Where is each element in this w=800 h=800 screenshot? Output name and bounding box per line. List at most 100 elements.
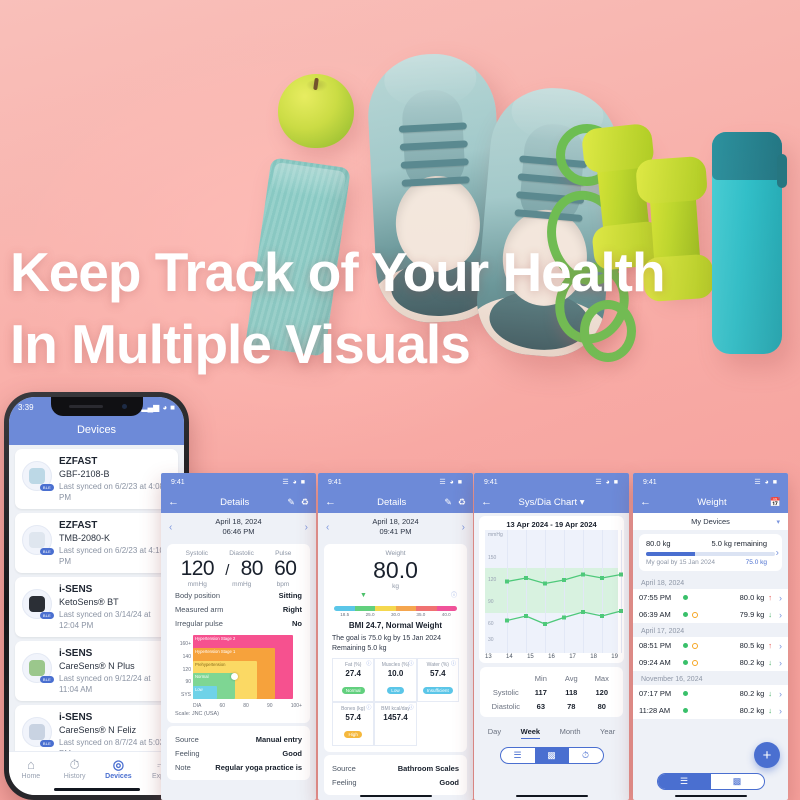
- metric-cell[interactable]: ⓘ Bones (kg) 57.4 High: [332, 702, 375, 746]
- info-icon[interactable]: ⓘ: [409, 660, 414, 667]
- date-navigator[interactable]: ‹ April 18, 2024 09:41 PM ›: [318, 513, 473, 541]
- bp-reading-dot: [231, 673, 238, 680]
- next-date-button[interactable]: ›: [305, 522, 308, 533]
- footer-value: Manual entry: [255, 734, 302, 744]
- period-week[interactable]: Week: [520, 727, 541, 739]
- calendar-icon[interactable]: 📅: [770, 497, 781, 508]
- goal-line-1: The goal is 75.0 kg by 15 Jan 2024: [332, 635, 441, 642]
- chevron-right-icon[interactable]: ›: [779, 689, 782, 699]
- chevron-down-icon[interactable]: ▾: [776, 518, 780, 526]
- chart-x-tick: 14: [506, 654, 513, 660]
- footer-key: Feeling: [332, 777, 357, 787]
- prev-date-button[interactable]: ‹: [169, 522, 172, 533]
- broadcast-icon: ◎: [112, 757, 125, 772]
- device-synced: Last synced on 3/14/24 at 12:04 PM: [59, 610, 151, 630]
- period-month[interactable]: Month: [560, 727, 581, 739]
- list-item[interactable]: BLE i-SENS KetoSens® BT Last synced on 3…: [15, 577, 178, 637]
- info-icon[interactable]: ⓘ: [451, 590, 457, 599]
- bmi-tick: 40.0: [441, 612, 451, 617]
- signal-icon: ▂▄▆: [141, 403, 160, 412]
- tab-devices[interactable]: ◎ Devices: [97, 757, 141, 780]
- clock-icon[interactable]: ⏱: [569, 748, 603, 763]
- status-time: 9:41: [643, 478, 657, 486]
- back-arrow-icon[interactable]: ←: [481, 496, 495, 508]
- period-day[interactable]: Day: [488, 727, 501, 739]
- device-brand: i-SENS: [59, 584, 93, 595]
- bp-zone-label: Low: [195, 687, 203, 692]
- notch: [50, 397, 143, 416]
- trash-icon[interactable]: ♻: [458, 497, 466, 508]
- chevron-right-icon[interactable]: ›: [779, 641, 782, 651]
- chevron-right-icon[interactable]: ›: [779, 658, 782, 668]
- home-icon: ⌂: [26, 757, 35, 772]
- metric-cell[interactable]: ⓘ Muscles (%) 10.0 Low: [374, 658, 417, 702]
- footer-value: Bathroom Scales: [397, 763, 459, 773]
- info-icon[interactable]: ⓘ: [366, 660, 371, 667]
- prev-date-button[interactable]: ‹: [326, 522, 329, 533]
- list-item[interactable]: 11:28 AM 80.2 kg ↓ ›: [633, 702, 788, 719]
- chevron-right-icon[interactable]: ›: [779, 593, 782, 603]
- list-item[interactable]: 08:51 PM 80.5 kg ↑ ›: [633, 637, 788, 654]
- info-icon[interactable]: ⓘ: [451, 660, 456, 667]
- list-item[interactable]: 07:17 PM 80.2 kg ↓ ›: [633, 685, 788, 702]
- field-key: Measured arm: [175, 604, 224, 614]
- list-icon[interactable]: ☰: [657, 774, 711, 789]
- edit-icon[interactable]: ✎: [287, 497, 295, 508]
- period-year[interactable]: Year: [600, 727, 615, 739]
- list-item[interactable]: 07:55 PM 80.0 kg ↑ ›: [633, 589, 788, 606]
- record-date: April 18, 2024: [215, 517, 262, 526]
- edit-icon[interactable]: ✎: [444, 497, 452, 508]
- devices-list[interactable]: BLE EZFAST GBF-2108-B Last synced on 6/2…: [9, 445, 184, 769]
- bp-zone-label: Hypertension Stage 1: [195, 649, 236, 654]
- list-item[interactable]: BLE i-SENS CareSens® N Plus Last synced …: [15, 641, 178, 701]
- next-date-button[interactable]: ›: [462, 522, 465, 533]
- home-indicator: [674, 794, 747, 797]
- date-navigator[interactable]: ‹ April 18, 2024 06:46 PM ›: [161, 513, 316, 541]
- metric-cell[interactable]: ⓘ Water (%) 57.4 Insufficient: [416, 658, 459, 702]
- chevron-down-icon[interactable]: ▾: [580, 497, 585, 508]
- trend-down-icon: ↓: [768, 610, 772, 619]
- metric-cell[interactable]: ⓘ BMI kcal/day 1457.4: [374, 702, 417, 746]
- tab-history[interactable]: ⏱ History: [53, 757, 97, 780]
- bmi-tick: 30.0: [391, 612, 400, 617]
- list-item[interactable]: BLE EZFAST GBF-2108-B Last synced on 6/2…: [15, 449, 178, 509]
- info-icon[interactable]: ⓘ: [366, 704, 371, 711]
- chevron-right-icon[interactable]: ›: [779, 706, 782, 716]
- list-icon[interactable]: ☰: [501, 748, 535, 763]
- goal-target: 75.0 kg: [745, 559, 767, 566]
- bp-zone-low: Low: [193, 686, 217, 699]
- device-filter-dropdown[interactable]: My Devices ▾: [633, 513, 788, 530]
- bar-chart-icon[interactable]: ▩: [711, 774, 764, 789]
- goal-card[interactable]: › 80.0 kg 5.0 kg remaining My goal by 15…: [639, 534, 782, 571]
- chevron-right-icon[interactable]: ›: [776, 547, 779, 558]
- list-item[interactable]: 09:24 AM 80.2 kg ↓ ›: [633, 654, 788, 671]
- view-mode-switcher[interactable]: ☰ ▩: [633, 773, 788, 790]
- tab-home[interactable]: ⌂ Home: [9, 757, 53, 780]
- pulse-value: 60: [274, 557, 297, 580]
- period-selector[interactable]: Day Week Month Year: [474, 721, 629, 742]
- trash-icon[interactable]: ♻: [301, 497, 309, 508]
- bp-zone-label: Normal: [195, 674, 209, 679]
- page-title[interactable]: Sys/Dia Chart ▾: [495, 497, 608, 508]
- bp-scale-note: Scale: JNC (USA): [175, 711, 220, 717]
- device-brand: EZFAST: [59, 520, 98, 531]
- systolic-label: Systolic: [185, 550, 209, 557]
- cell-max: 80: [597, 701, 606, 711]
- back-arrow-icon[interactable]: ←: [640, 496, 654, 508]
- entry-value: 80.5 kg: [739, 641, 765, 650]
- metric-cell[interactable]: ⓘ Fat (%) 27.4 Normal: [332, 658, 375, 702]
- list-item[interactable]: BLE EZFAST TMB-2080-K Last synced on 6/2…: [15, 513, 178, 573]
- view-mode-switcher[interactable]: ☰ ▩ ⏱: [474, 742, 629, 767]
- back-arrow-icon[interactable]: ←: [325, 496, 339, 508]
- bar-chart-icon[interactable]: ▩: [534, 748, 569, 763]
- back-arrow-icon[interactable]: ←: [168, 496, 182, 508]
- row-label: Diastolic: [491, 701, 520, 711]
- bp-x-tick: 90: [266, 703, 273, 709]
- chevron-right-icon[interactable]: ›: [779, 610, 782, 620]
- add-entry-button[interactable]: +: [754, 742, 780, 768]
- pulse-unit: bpm: [276, 581, 290, 588]
- entry-value: 80.2 kg: [739, 689, 765, 698]
- ble-badge: BLE: [39, 740, 54, 747]
- info-icon[interactable]: ⓘ: [409, 704, 414, 711]
- list-item[interactable]: 06:39 AM 79.9 kg ↓ ›: [633, 606, 788, 623]
